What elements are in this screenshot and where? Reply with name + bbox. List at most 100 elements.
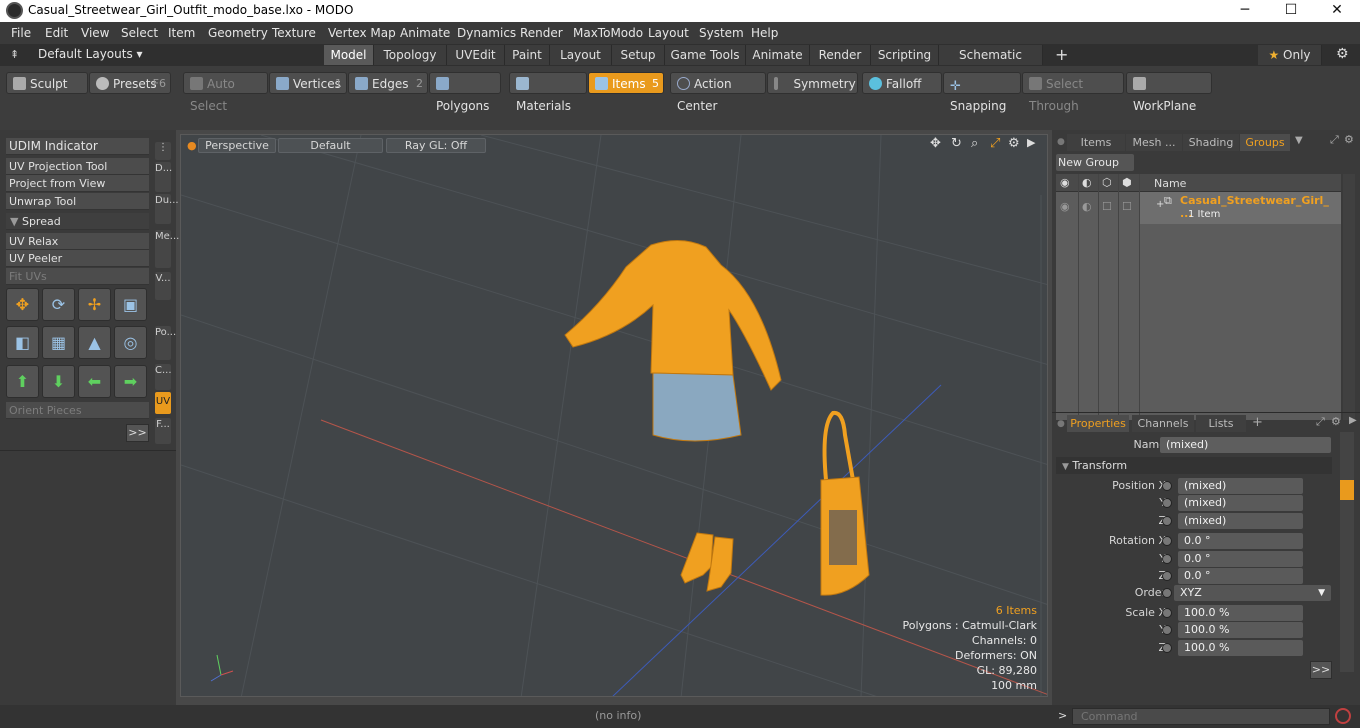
rotate-view-icon[interactable]: ↻ — [951, 136, 962, 151]
rotation-x-radio[interactable] — [1162, 536, 1172, 546]
tab-channels[interactable]: Channels — [1132, 415, 1194, 432]
position-z-field[interactable]: (mixed) — [1178, 513, 1303, 529]
scale-y-radio[interactable] — [1162, 625, 1172, 635]
vtab-me[interactable]: Me... — [155, 230, 179, 268]
scale-x-field[interactable]: 100.0 % — [1178, 605, 1303, 621]
scale-y-field[interactable]: 100.0 % — [1178, 622, 1303, 638]
menu-view[interactable]: View — [81, 26, 109, 40]
perspective-dropdown[interactable]: Perspective — [198, 138, 276, 153]
uv-sphere-icon[interactable]: ◎ — [114, 326, 147, 359]
order-radio[interactable] — [1162, 588, 1172, 598]
falloff-button[interactable]: Falloff — [862, 72, 942, 94]
gear-icon[interactable]: ⚙ — [1331, 415, 1341, 428]
skirt-model[interactable] — [652, 372, 742, 442]
more-properties-button[interactable]: >> — [1310, 661, 1332, 679]
vtab-du[interactable]: Du... — [155, 194, 179, 224]
vtab-d[interactable]: D... — [155, 162, 172, 192]
tab-topology[interactable]: Topology — [374, 45, 447, 65]
uv-plane-icon[interactable]: ▦ — [42, 326, 75, 359]
tab-uvedit[interactable]: UVEdit — [447, 45, 505, 65]
symmetry-button[interactable]: Symmetry — [767, 72, 858, 94]
close-button[interactable]: ✕ — [1314, 0, 1360, 22]
tab-layout[interactable]: Layout — [550, 45, 612, 65]
add-tab-button[interactable]: + — [1252, 415, 1263, 430]
arrow-left-icon[interactable]: ⬅ — [78, 365, 111, 398]
zoom-icon[interactable]: ⌕ — [971, 136, 978, 151]
minimize-button[interactable]: ─ — [1222, 0, 1268, 22]
uv-transform-icon[interactable]: ✥ — [6, 288, 39, 321]
menu-select[interactable]: Select — [121, 26, 158, 40]
menu-dynamics[interactable]: Dynamics — [457, 26, 516, 40]
pan-icon[interactable]: ✥ — [930, 136, 941, 151]
menu-file[interactable]: File — [11, 26, 31, 40]
tab-properties[interactable]: Properties — [1067, 415, 1129, 432]
eye-icon[interactable]: ◉ — [1060, 176, 1070, 189]
only-toggle[interactable]: ★ Only — [1258, 45, 1322, 65]
workplane-button[interactable]: WorkPlane — [1126, 72, 1212, 113]
row-select-checkbox[interactable]: ☐ — [1122, 200, 1132, 213]
layout-arrow-icon[interactable]: ⇞ — [10, 48, 19, 61]
menu-system[interactable]: System — [699, 26, 744, 40]
tab-shading[interactable]: Shading — [1183, 134, 1239, 151]
uv-cylinder-icon[interactable]: ◧ — [6, 326, 39, 359]
name-field[interactable]: (mixed) — [1160, 437, 1331, 453]
rotation-x-field[interactable]: 0.0 ° — [1178, 533, 1303, 549]
uv-rotate-icon[interactable]: ⟳ — [42, 288, 75, 321]
tab-schematic-fusion[interactable]: Schematic Fusion — [939, 45, 1043, 82]
tab-paint[interactable]: Paint — [505, 45, 550, 65]
gear-icon[interactable]: ⚙ — [1336, 46, 1349, 62]
rotation-z-radio[interactable] — [1162, 571, 1172, 581]
sweater-model[interactable] — [564, 240, 782, 391]
menu-animate[interactable]: Animate — [400, 26, 450, 40]
fit-view-icon[interactable]: ⤢ — [990, 136, 1000, 151]
tab-model[interactable]: Model — [324, 45, 374, 65]
order-dropdown[interactable]: XYZ ▼ — [1174, 585, 1331, 601]
groups-scrollbar[interactable] — [1343, 174, 1355, 420]
tab-scripting[interactable]: Scripting — [871, 45, 939, 65]
vtab-more-icon[interactable]: ⋮ — [155, 142, 171, 160]
viewport-menu-dot[interactable]: ● — [187, 139, 197, 152]
auto-select-button[interactable]: Auto Select — [183, 72, 268, 113]
uv-peeler-button[interactable]: UV Peeler — [6, 250, 149, 267]
rotation-y-field[interactable]: 0.0 ° — [1178, 551, 1303, 567]
rotation-y-radio[interactable] — [1162, 554, 1172, 564]
gear-icon[interactable]: ⚙ — [1344, 133, 1354, 146]
default-layouts-dropdown[interactable]: Default Layouts ▾ — [38, 47, 143, 61]
position-x-field[interactable]: (mixed) — [1178, 478, 1303, 494]
uv-projection-tool-button[interactable]: UV Projection Tool — [6, 158, 149, 175]
boots-model[interactable] — [680, 532, 734, 592]
vtab-uv[interactable]: UV — [155, 392, 171, 414]
tab-render[interactable]: Render — [810, 45, 871, 65]
tab-dropdown-icon[interactable]: ▼ — [1295, 135, 1303, 146]
more-tools-button[interactable]: >> — [126, 424, 149, 442]
position-y-field[interactable]: (mixed) — [1178, 495, 1303, 511]
arrow-down-icon[interactable]: ⬇ — [42, 365, 75, 398]
tab-groups[interactable]: Groups — [1240, 134, 1290, 151]
vtab-f[interactable]: F... — [155, 418, 171, 444]
menu-edit[interactable]: Edit — [45, 26, 68, 40]
play-icon[interactable]: ▶ — [1027, 136, 1035, 149]
raygl-toggle[interactable]: Ray GL: Off — [386, 138, 486, 153]
arrow-up-icon[interactable]: ⬆ — [6, 365, 39, 398]
vertices-button[interactable]: Vertices 1 — [269, 72, 347, 94]
unwrap-tool-button[interactable]: Unwrap Tool — [6, 193, 149, 210]
vtab-c[interactable]: C... — [155, 364, 172, 390]
menu-geometry[interactable]: Geometry — [208, 26, 268, 40]
select-icon[interactable]: ⬢ — [1122, 176, 1132, 189]
project-from-view-button[interactable]: Project from View — [6, 175, 149, 192]
sculpt-button[interactable]: Sculpt — [6, 72, 88, 94]
maximize-button[interactable]: ☐ — [1268, 0, 1314, 22]
spread-section[interactable]: ▼ Spread — [6, 213, 149, 230]
tab-game-tools[interactable]: Game Tools — [665, 45, 746, 65]
presets-button[interactable]: Presets F6 — [89, 72, 171, 94]
arrow-right-icon[interactable]: ▶ — [1349, 415, 1357, 426]
expand-icon[interactable]: ⤢ — [1316, 415, 1325, 429]
vtab-po[interactable]: Po... — [155, 326, 176, 360]
uv-box-icon[interactable]: ▣ — [114, 288, 147, 321]
tab-lists[interactable]: Lists — [1196, 415, 1246, 432]
uv-relax-button[interactable]: UV Relax — [6, 233, 149, 250]
select-through-button[interactable]: Select Through — [1022, 72, 1124, 113]
menu-render[interactable]: Render — [520, 26, 563, 40]
action-center-button[interactable]: Action Center — [670, 72, 766, 113]
row-render-checkbox[interactable]: ☐ — [1102, 200, 1112, 213]
